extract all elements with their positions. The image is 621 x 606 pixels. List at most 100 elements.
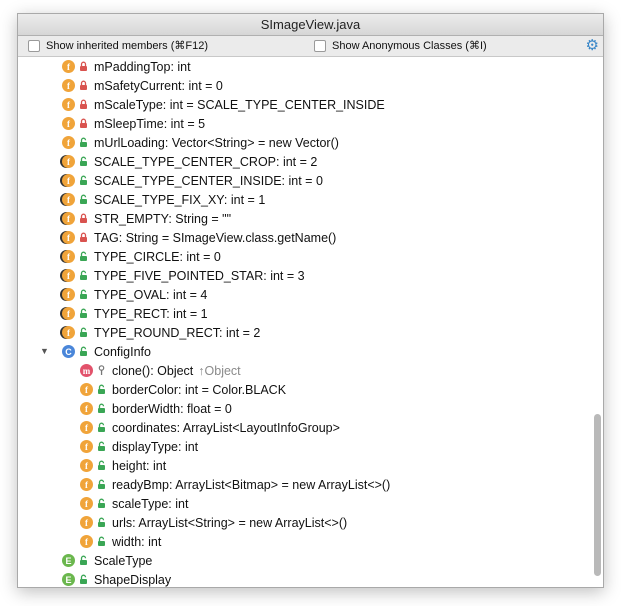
vertical-scrollbar[interactable] <box>594 414 601 576</box>
private-access-icon <box>78 61 89 72</box>
public-access-icon <box>78 270 89 281</box>
member-label: SCALE_TYPE_CENTER_INSIDE: int = 0 <box>94 173 323 188</box>
show-inherited-label: Show inherited members (⌘F12) <box>46 40 209 52</box>
field-icon: f <box>80 440 93 453</box>
field-icon: f <box>62 98 75 111</box>
tree-member-row[interactable]: f scaleType: int <box>80 494 188 513</box>
tree-member-row[interactable]: f SCALE_TYPE_CENTER_INSIDE: int = 0 <box>62 171 323 190</box>
public-access-icon <box>78 289 89 300</box>
public-access-icon <box>78 194 89 205</box>
tree-member-row[interactable]: f readyBmp: ArrayList<Bitmap> = new Arra… <box>80 475 390 494</box>
member-label: readyBmp: ArrayList<Bitmap> = new ArrayL… <box>112 477 391 492</box>
public-access-icon <box>78 346 89 357</box>
member-label: ConfigInfo <box>94 344 151 359</box>
expand-arrow-icon[interactable]: ▼ <box>40 346 49 356</box>
public-access-icon <box>96 517 107 528</box>
public-access-icon <box>78 308 89 319</box>
public-access-icon <box>78 327 89 338</box>
tree-member-row[interactable]: m clone(): Object ↑Object <box>80 361 241 380</box>
public-access-icon <box>78 574 89 585</box>
field-icon: f <box>80 402 93 415</box>
class-icon: C <box>62 345 75 358</box>
private-access-icon <box>78 118 89 129</box>
checkbox-box[interactable] <box>28 39 40 52</box>
structure-window: SImageView.java Show inherited members (… <box>17 13 604 588</box>
tree-enum-node[interactable]: E ShapeDisplay <box>62 570 172 587</box>
static-final-field-icon: f <box>62 269 75 282</box>
gear-icon[interactable]: ⚙ <box>586 37 599 54</box>
member-label: coordinates: ArrayList<LayoutInfoGroup> <box>112 420 340 435</box>
tree-member-row[interactable]: f width: int <box>80 532 161 551</box>
method-icon: m <box>80 364 93 377</box>
member-label: scaleType: int <box>112 496 189 511</box>
public-access-icon <box>78 175 89 186</box>
field-icon: f <box>62 79 75 92</box>
private-access-icon <box>78 213 89 224</box>
tree-member-row[interactable]: f TYPE_FIVE_POINTED_STAR: int = 3 <box>62 266 305 285</box>
tree-member-row[interactable]: f TYPE_CIRCLE: int = 0 <box>62 247 221 266</box>
public-access-icon <box>78 137 89 148</box>
private-access-icon <box>78 232 89 243</box>
tree-member-row[interactable]: f STR_EMPTY: String = "" <box>62 209 231 228</box>
tree-member-row[interactable]: f SCALE_TYPE_FIX_XY: int = 1 <box>62 190 265 209</box>
public-access-icon <box>96 441 107 452</box>
show-inherited-checkbox[interactable]: Show inherited members (⌘F12) <box>28 39 208 52</box>
enum-icon: E <box>62 554 75 567</box>
tree-enum-node[interactable]: E ScaleType <box>62 551 152 570</box>
member-label: TYPE_ROUND_RECT: int = 2 <box>94 325 261 340</box>
private-access-icon <box>78 80 89 91</box>
tree-member-row[interactable]: f coordinates: ArrayList<LayoutInfoGroup… <box>80 418 340 437</box>
show-anonymous-checkbox[interactable]: Show Anonymous Classes (⌘I) <box>314 39 487 52</box>
member-label: mSleepTime: int = 5 <box>94 116 206 131</box>
tree-member-row[interactable]: f TAG: String = SImageView.class.getName… <box>62 228 336 247</box>
tree-member-row[interactable]: f mScaleType: int = SCALE_TYPE_CENTER_IN… <box>62 95 385 114</box>
tree-member-row[interactable]: f TYPE_RECT: int = 1 <box>62 304 208 323</box>
tree-member-row[interactable]: f TYPE_OVAL: int = 4 <box>62 285 207 304</box>
member-label: TYPE_RECT: int = 1 <box>94 306 208 321</box>
public-access-icon <box>78 555 89 566</box>
public-access-icon <box>96 403 107 414</box>
tree-member-row[interactable]: f SCALE_TYPE_CENTER_CROP: int = 2 <box>62 152 317 171</box>
tree-member-row[interactable]: f urls: ArrayList<String> = new ArrayLis… <box>80 513 347 532</box>
member-label: STR_EMPTY: String = "" <box>94 211 232 226</box>
public-access-icon <box>96 460 107 471</box>
static-final-field-icon: f <box>62 212 75 225</box>
structure-toolbar: Show inherited members (⌘F12) Show Anony… <box>18 36 603 57</box>
static-final-field-icon: f <box>62 250 75 263</box>
static-final-field-icon: f <box>62 193 75 206</box>
member-label: ScaleType <box>94 553 153 568</box>
public-access-icon <box>96 384 107 395</box>
static-final-field-icon: f <box>62 326 75 339</box>
field-icon: f <box>80 421 93 434</box>
field-icon: f <box>80 459 93 472</box>
window-title: SImageView.java <box>18 14 603 36</box>
tree-member-row[interactable]: f TYPE_ROUND_RECT: int = 2 <box>62 323 260 342</box>
member-label: mUrlLoading: Vector<String> = new Vector… <box>94 135 339 150</box>
member-label: width: int <box>112 534 162 549</box>
tree-member-row[interactable]: f height: int <box>80 456 166 475</box>
tree-member-row[interactable]: f displayType: int <box>80 437 198 456</box>
field-icon: f <box>62 136 75 149</box>
member-label: mSafetyCurrent: int = 0 <box>94 78 223 93</box>
member-label: SCALE_TYPE_FIX_XY: int = 1 <box>94 192 266 207</box>
public-access-icon <box>96 536 107 547</box>
static-final-field-icon: f <box>62 174 75 187</box>
tree-member-row[interactable]: f borderColor: int = Color.BLACK <box>80 380 286 399</box>
tree-member-row[interactable]: f borderWidth: float = 0 <box>80 399 232 418</box>
tree-class-node[interactable]: C ConfigInfo <box>62 342 151 361</box>
tree-member-row[interactable]: f mSleepTime: int = 5 <box>62 114 205 133</box>
static-final-field-icon: f <box>62 307 75 320</box>
checkbox-box[interactable] <box>314 39 326 52</box>
member-label: TYPE_CIRCLE: int = 0 <box>94 249 221 264</box>
field-icon: f <box>80 478 93 491</box>
private-access-icon <box>78 99 89 110</box>
member-label: SCALE_TYPE_CENTER_CROP: int = 2 <box>94 154 318 169</box>
tree-member-row[interactable]: f mPaddingTop: int <box>62 57 191 76</box>
tree-member-row[interactable]: f mSafetyCurrent: int = 0 <box>62 76 223 95</box>
member-label: ShapeDisplay <box>94 572 172 587</box>
field-icon: f <box>80 383 93 396</box>
field-icon: f <box>62 117 75 130</box>
show-anonymous-label: Show Anonymous Classes (⌘I) <box>332 40 487 52</box>
tree-member-row[interactable]: f mUrlLoading: Vector<String> = new Vect… <box>62 133 339 152</box>
public-access-icon <box>96 422 107 433</box>
